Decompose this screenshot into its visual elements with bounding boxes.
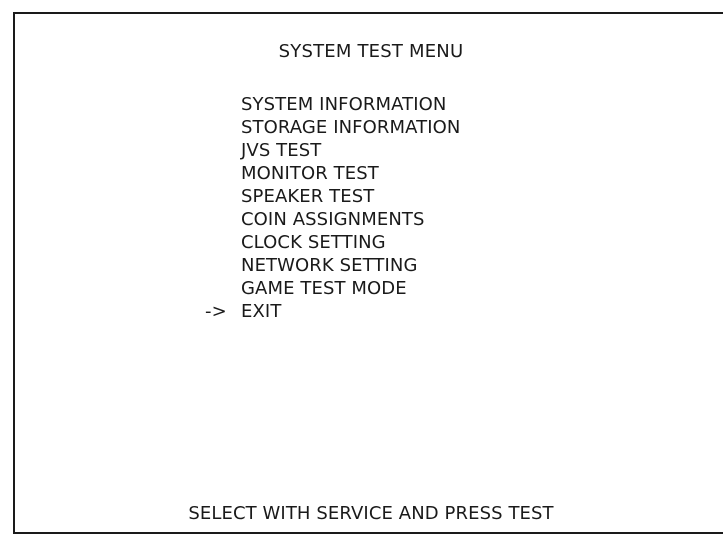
test-menu-screen: SYSTEM TEST MENU SYSTEM INFORMATION STOR… [13,12,723,534]
menu-item-coin-assignments[interactable]: COIN ASSIGNMENTS [185,208,461,231]
menu-item-game-test-mode[interactable]: GAME TEST MODE [185,277,461,300]
menu-item-label: SPEAKER TEST [241,186,375,207]
menu-item-storage-information[interactable]: STORAGE INFORMATION [185,116,461,139]
menu-item-label: MONITOR TEST [241,163,379,184]
menu-item-label: STORAGE INFORMATION [241,117,461,138]
menu-item-exit[interactable]: -> EXIT [185,300,461,323]
menu-item-clock-setting[interactable]: CLOCK SETTING [185,231,461,254]
menu-item-label: COIN ASSIGNMENTS [241,209,425,230]
menu-item-label: JVS TEST [241,140,322,161]
menu-item-jvs-test[interactable]: JVS TEST [185,139,461,162]
menu-item-system-information[interactable]: SYSTEM INFORMATION [185,93,461,116]
menu-item-label: SYSTEM INFORMATION [241,94,447,115]
menu-item-monitor-test[interactable]: MONITOR TEST [185,162,461,185]
menu-item-network-setting[interactable]: NETWORK SETTING [185,254,461,277]
instruction-text: SELECT WITH SERVICE AND PRESS TEST [188,503,554,524]
test-menu-list: SYSTEM INFORMATION STORAGE INFORMATION J… [185,93,461,323]
menu-item-speaker-test[interactable]: SPEAKER TEST [185,185,461,208]
selection-cursor: -> [205,301,227,322]
menu-item-label: GAME TEST MODE [241,278,407,299]
menu-item-label: CLOCK SETTING [241,232,386,253]
menu-item-label: NETWORK SETTING [241,255,418,276]
menu-title: SYSTEM TEST MENU [278,41,464,62]
menu-item-label: EXIT [241,301,282,322]
